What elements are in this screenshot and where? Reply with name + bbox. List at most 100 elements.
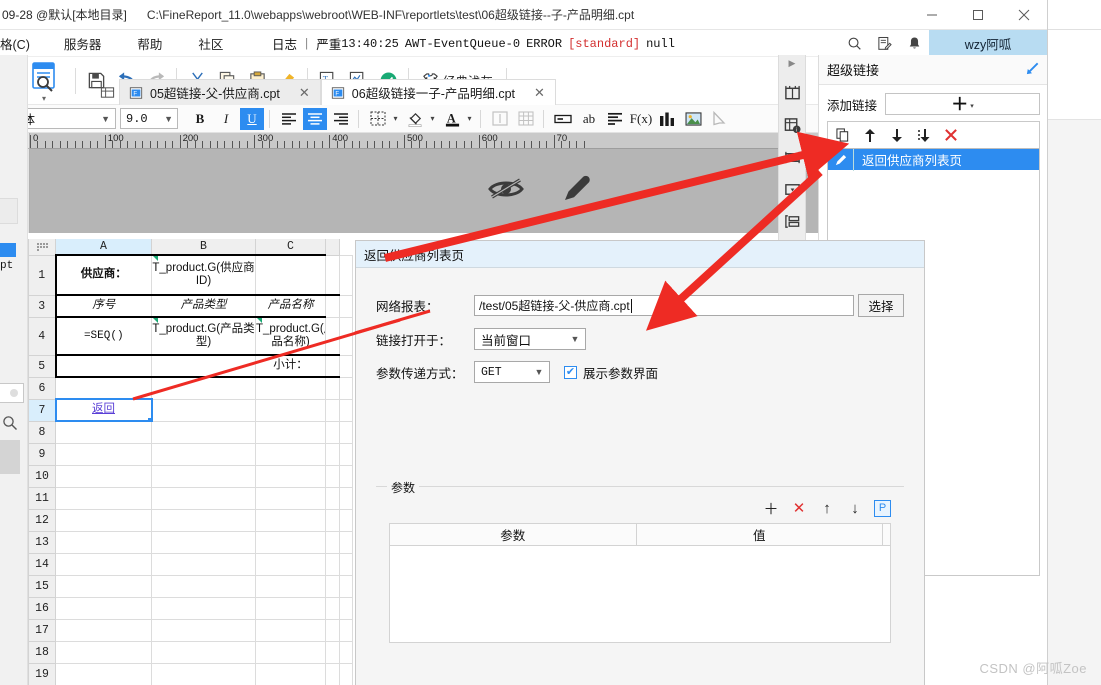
cell-empty[interactable] (338, 442, 353, 466)
column-header-b[interactable]: B (151, 239, 256, 256)
cell-C5[interactable]: 小计： (255, 354, 326, 378)
log-status-area[interactable]: 日志 | 严重 13:40:25 AWT-EventQueue-0 ERROR … (272, 30, 675, 57)
row-header-15[interactable]: 15 (28, 574, 56, 598)
cell-empty[interactable] (55, 486, 152, 510)
cell-empty[interactable] (255, 486, 326, 510)
cell-empty[interactable] (55, 442, 152, 466)
parameters-table-body[interactable] (390, 546, 890, 642)
cell-empty[interactable] (151, 442, 256, 466)
report-path-input[interactable]: /test/05超链接-父-供应商.cpt (474, 295, 854, 316)
cell-empty[interactable] (338, 464, 353, 488)
cell-empty[interactable] (325, 662, 340, 685)
cell-empty[interactable] (151, 662, 256, 685)
borders-icon[interactable] (366, 108, 390, 130)
cell-empty[interactable] (55, 420, 152, 444)
cell-empty[interactable] (151, 618, 256, 642)
cell-C3[interactable]: 产品名称 (255, 294, 326, 318)
row-header-6[interactable]: 6 (28, 376, 56, 400)
cell-empty[interactable] (325, 530, 340, 554)
cell-empty[interactable] (338, 640, 353, 664)
cell-empty[interactable] (55, 508, 152, 532)
row-header-17[interactable]: 17 (28, 618, 56, 642)
cell-empty[interactable] (151, 398, 256, 422)
align-center-icon[interactable] (303, 107, 327, 130)
cell-empty[interactable] (255, 640, 326, 664)
cell-empty[interactable] (338, 486, 353, 510)
underline-button[interactable]: U (240, 107, 264, 130)
cell-empty[interactable] (55, 596, 152, 620)
font-color-icon[interactable]: A (440, 108, 464, 130)
cell-element-icon[interactable] (781, 82, 803, 104)
cell-empty[interactable] (255, 442, 326, 466)
preview-parameter-icon[interactable]: P (874, 499, 891, 517)
chevron-down-icon[interactable]: ▼ (529, 362, 549, 382)
insert-label-button[interactable]: ab (577, 108, 601, 130)
paragraph-icon[interactable] (603, 108, 627, 130)
row-header-5[interactable]: 5 (28, 354, 56, 378)
cell-empty[interactable] (325, 464, 340, 488)
cell-empty[interactable] (55, 530, 152, 554)
cell-empty[interactable] (255, 574, 326, 598)
fill-color-icon[interactable] (403, 108, 427, 130)
cell-empty[interactable] (55, 376, 152, 400)
cell-empty[interactable] (325, 398, 340, 422)
left-search-icon[interactable] (2, 415, 18, 436)
show-param-ui-checkbox-row[interactable]: 展示参数界面 (564, 363, 658, 382)
font-color-chevron-down-icon[interactable]: ▾ (464, 108, 475, 130)
row-header-13[interactable]: 13 (28, 530, 56, 554)
bell-icon[interactable] (899, 30, 929, 57)
menu-item-format[interactable]: 格(C) (0, 34, 46, 53)
move-up-icon[interactable] (861, 125, 879, 145)
fill-color-chevron-down-icon[interactable]: ▾ (427, 108, 438, 130)
cell-empty[interactable] (338, 294, 353, 318)
user-account-button[interactable]: wzy阿呱 (929, 30, 1047, 57)
menu-item-help[interactable]: 帮助 (119, 34, 180, 53)
cell-empty[interactable] (325, 376, 340, 400)
cell-empty[interactable] (338, 354, 353, 378)
italic-button[interactable]: I (214, 108, 238, 130)
cell-empty[interactable] (325, 442, 340, 466)
rail-expand-icon[interactable]: ▶ (789, 58, 796, 69)
align-right-icon[interactable] (329, 108, 353, 130)
cell-empty[interactable] (255, 552, 326, 576)
delete-parameter-icon[interactable]: ✕ (790, 499, 808, 517)
cell-B3[interactable]: 产品类型 (151, 294, 256, 318)
cell-empty[interactable] (255, 662, 326, 685)
add-hyperlink-button[interactable]: ＋ ▾ (885, 93, 1040, 115)
cell-empty[interactable] (55, 574, 152, 598)
cell-empty[interactable] (255, 618, 326, 642)
merge-cells-icon[interactable] (488, 108, 512, 130)
row-header-19[interactable]: 19 (28, 662, 56, 685)
chevron-down-icon[interactable]: ▼ (101, 114, 115, 124)
pencil-icon[interactable] (828, 148, 854, 171)
cell-attribute-icon[interactable]: i (781, 114, 803, 136)
cell-empty[interactable] (255, 508, 326, 532)
cell-A3[interactable]: 序号 (54, 294, 152, 318)
open-in-select[interactable]: 当前窗口 ▼ (474, 328, 586, 350)
menu-item-community[interactable]: 社区 (180, 34, 241, 53)
tab-06-product-detail[interactable]: F 06超级链接一子-产品明细.cpt ✕ (320, 79, 556, 105)
cell-empty[interactable] (151, 574, 256, 598)
cell-empty[interactable] (55, 640, 152, 664)
row-header-16[interactable]: 16 (28, 596, 56, 620)
cell-empty[interactable] (151, 552, 256, 576)
cell-empty[interactable] (338, 574, 353, 598)
cell-empty[interactable] (55, 464, 152, 488)
cell-empty[interactable] (255, 254, 326, 296)
cell-empty[interactable] (55, 662, 152, 685)
choose-report-button[interactable]: 选择 (858, 294, 904, 317)
cell-B1[interactable]: T_product.G(供应商ID) (151, 254, 256, 296)
collapse-arrow-icon[interactable] (1025, 61, 1040, 79)
cell-empty[interactable] (325, 316, 340, 356)
chevron-down-icon[interactable]: ▼ (164, 114, 177, 124)
chevron-down-icon[interactable]: ▾ (42, 94, 46, 103)
formula-button[interactable]: F(x) (629, 108, 653, 130)
cell-empty[interactable] (255, 464, 326, 488)
cell-empty[interactable] (255, 530, 326, 554)
left-tab-fragment[interactable] (0, 198, 18, 224)
tab-05-supplier[interactable]: F 05超链接-父-供应商.cpt ✕ (119, 79, 321, 105)
cell-empty[interactable] (255, 420, 326, 444)
cell-A1[interactable]: 供应商： (54, 254, 152, 296)
row-header-10[interactable]: 10 (28, 464, 56, 488)
cell-empty[interactable] (325, 552, 340, 576)
